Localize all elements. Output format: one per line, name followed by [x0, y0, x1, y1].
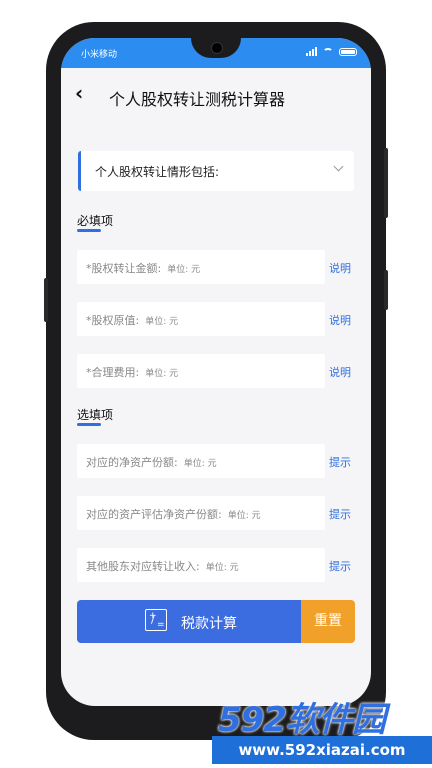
watermark-brand: 592软件园	[218, 700, 386, 740]
field-unit: 单位: 元	[227, 511, 261, 521]
phone-side-button-left	[44, 278, 48, 322]
page-title: 个人股权转让测税计算器	[109, 90, 286, 109]
required-section-title: 必填项	[77, 214, 114, 228]
section-underline	[77, 229, 101, 232]
original-value-field[interactable]: *股权原值: 单位: 元	[77, 302, 325, 336]
field-label: *股权转让金额:	[86, 262, 162, 275]
camera-notch	[191, 38, 241, 58]
field-label: 对应的资产评估净资产份额:	[86, 508, 222, 521]
reset-button[interactable]: 重置	[301, 600, 355, 643]
help-link-reasonable-cost[interactable]: 说明	[329, 364, 351, 380]
back-icon[interactable]: ‹	[75, 81, 83, 105]
field-label: *股权原值:	[86, 314, 140, 327]
phone-volume-button	[384, 148, 388, 218]
net-asset-share-field[interactable]: 对应的净资产份额: 单位: 元	[77, 444, 325, 478]
optional-section-title: 选填项	[77, 408, 114, 422]
section-underline	[77, 423, 101, 426]
field-unit: 单位: 元	[205, 563, 239, 573]
calculator-icon: + / =	[145, 609, 167, 631]
field-unit: 单位: 元	[145, 317, 179, 327]
situation-dropdown[interactable]: 个人股权转让情形包括:	[78, 151, 354, 191]
transfer-amount-field[interactable]: *股权转让金额: 单位: 元	[77, 250, 325, 284]
chevron-down-icon	[333, 161, 344, 172]
status-bar: 小米移动	[61, 38, 371, 68]
field-label: *合理费用:	[86, 366, 140, 379]
calculate-label: 税款计算	[181, 616, 237, 632]
help-link-transfer-amount[interactable]: 说明	[329, 260, 351, 276]
phone-power-button	[384, 270, 388, 310]
field-unit: 单位: 元	[167, 265, 201, 275]
other-shareholder-income-field[interactable]: 其他股东对应转让收入: 单位: 元	[77, 548, 325, 582]
wifi-icon	[323, 47, 333, 56]
hint-link-other-shareholder-income[interactable]: 提示	[329, 558, 351, 574]
signal-icon	[306, 47, 317, 56]
carrier-label: 小米移动	[81, 50, 118, 60]
dropdown-label: 个人股权转让情形包括:	[95, 165, 220, 179]
reasonable-cost-field[interactable]: *合理费用: 单位: 元	[77, 354, 325, 388]
front-camera-icon	[211, 42, 223, 54]
field-unit: 单位: 元	[145, 369, 179, 379]
field-unit: 单位: 元	[183, 459, 217, 469]
watermark-url: www.592xiazai.com	[212, 736, 432, 764]
app-screen: 小米移动 ‹ 个人股权转让测税计算器 个人股权转让情形包括: 必填项 *股权转让…	[61, 38, 371, 706]
status-icons	[306, 47, 357, 56]
nav-header: ‹ 个人股权转让测税计算器	[61, 68, 371, 128]
help-link-original-value[interactable]: 说明	[329, 312, 351, 328]
hint-link-net-asset-share[interactable]: 提示	[329, 454, 351, 470]
appraised-net-asset-field[interactable]: 对应的资产评估净资产份额: 单位: 元	[77, 496, 325, 530]
calculate-tax-button[interactable]: + / = 税款计算	[77, 600, 301, 643]
field-label: 对应的净资产份额:	[86, 456, 178, 469]
site-watermark: 592软件园 www.592xiazai.com	[212, 690, 432, 768]
battery-icon	[339, 47, 357, 56]
hint-link-appraised-net-asset[interactable]: 提示	[329, 506, 351, 522]
field-label: 其他股东对应转让收入:	[86, 560, 200, 573]
